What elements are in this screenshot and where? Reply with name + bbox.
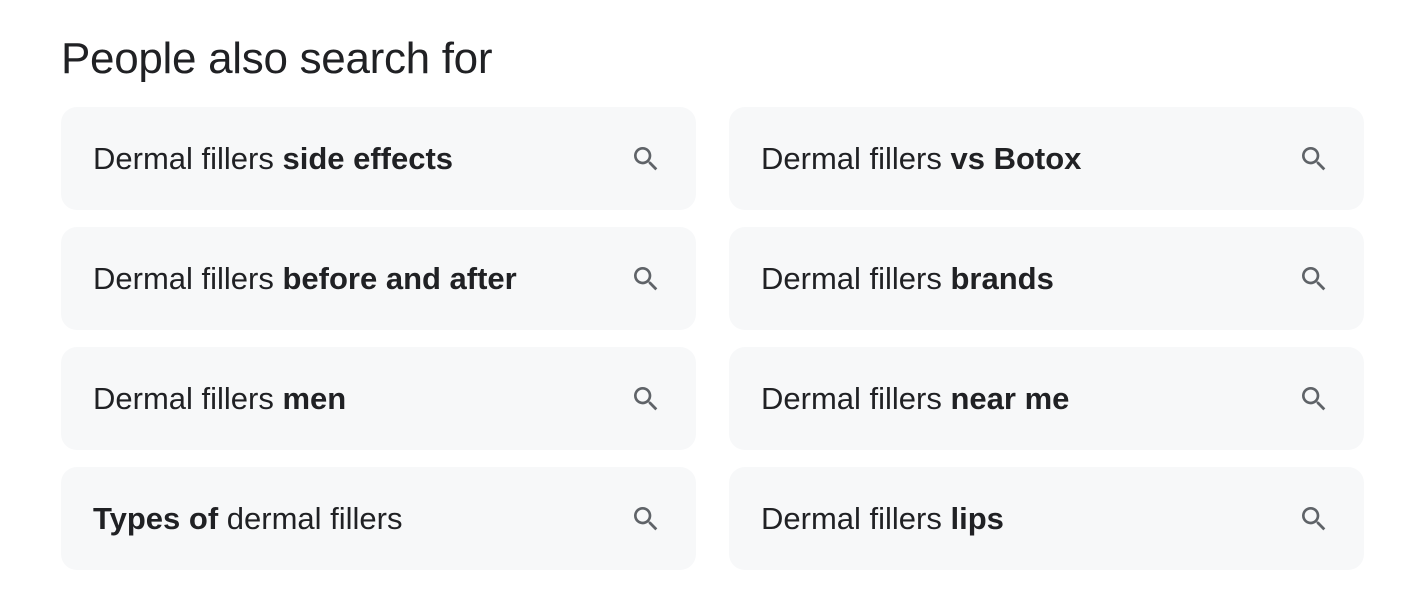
suggestion-plain-text: Dermal fillers — [93, 380, 283, 416]
suggestion-plain-text: Dermal fillers — [761, 140, 951, 176]
suggestion-plain-text: Dermal fillers — [761, 500, 951, 536]
suggestion-chip-side-effects[interactable]: Dermal fillers side effects — [61, 107, 696, 210]
search-icon — [1298, 263, 1330, 295]
suggestion-plain-text: Dermal fillers — [761, 380, 951, 416]
suggestion-plain-text: Dermal fillers — [761, 260, 951, 296]
suggestion-text: Dermal fillers brands — [761, 260, 1054, 298]
suggestion-bold-text: vs Botox — [950, 140, 1082, 176]
suggestion-bold-text: lips — [950, 500, 1004, 536]
search-icon — [1298, 143, 1330, 175]
search-icon — [630, 143, 662, 175]
suggestion-plain-text: Dermal fillers — [93, 260, 283, 296]
suggestion-bold-text: Types of — [93, 500, 219, 536]
suggestion-text: Dermal fillers before and after — [93, 260, 517, 298]
suggestion-bold-text: near me — [950, 380, 1070, 416]
suggestion-chip-vs-botox[interactable]: Dermal fillers vs Botox — [729, 107, 1364, 210]
suggestion-chip-men[interactable]: Dermal fillers men — [61, 347, 696, 450]
search-icon — [1298, 503, 1330, 535]
suggestion-bold-text: brands — [950, 260, 1054, 296]
suggestion-text: Dermal fillers men — [93, 380, 346, 418]
search-icon — [630, 383, 662, 415]
suggestion-text: Dermal fillers side effects — [93, 140, 453, 178]
section-title: People also search for — [61, 34, 493, 83]
suggestion-grid: Dermal fillers side effects Dermal fille… — [61, 107, 1364, 570]
suggestion-bold-text: side effects — [282, 140, 454, 176]
suggestion-text: Dermal fillers near me — [761, 380, 1069, 418]
suggestion-chip-types-of[interactable]: Types of dermal fillers — [61, 467, 696, 570]
suggestion-chip-before-and-after[interactable]: Dermal fillers before and after — [61, 227, 696, 330]
suggestion-chip-near-me[interactable]: Dermal fillers near me — [729, 347, 1364, 450]
search-icon — [630, 263, 662, 295]
suggestion-plain-text: dermal fillers — [218, 500, 403, 536]
suggestion-text: Dermal fillers lips — [761, 500, 1004, 538]
suggestion-chip-brands[interactable]: Dermal fillers brands — [729, 227, 1364, 330]
search-icon — [630, 503, 662, 535]
search-icon — [1298, 383, 1330, 415]
suggestion-bold-text: men — [282, 380, 347, 416]
suggestion-plain-text: Dermal fillers — [93, 140, 283, 176]
suggestion-text: Dermal fillers vs Botox — [761, 140, 1081, 178]
suggestion-bold-text: before and after — [282, 260, 517, 296]
suggestion-chip-lips[interactable]: Dermal fillers lips — [729, 467, 1364, 570]
suggestion-text: Types of dermal fillers — [93, 500, 403, 538]
